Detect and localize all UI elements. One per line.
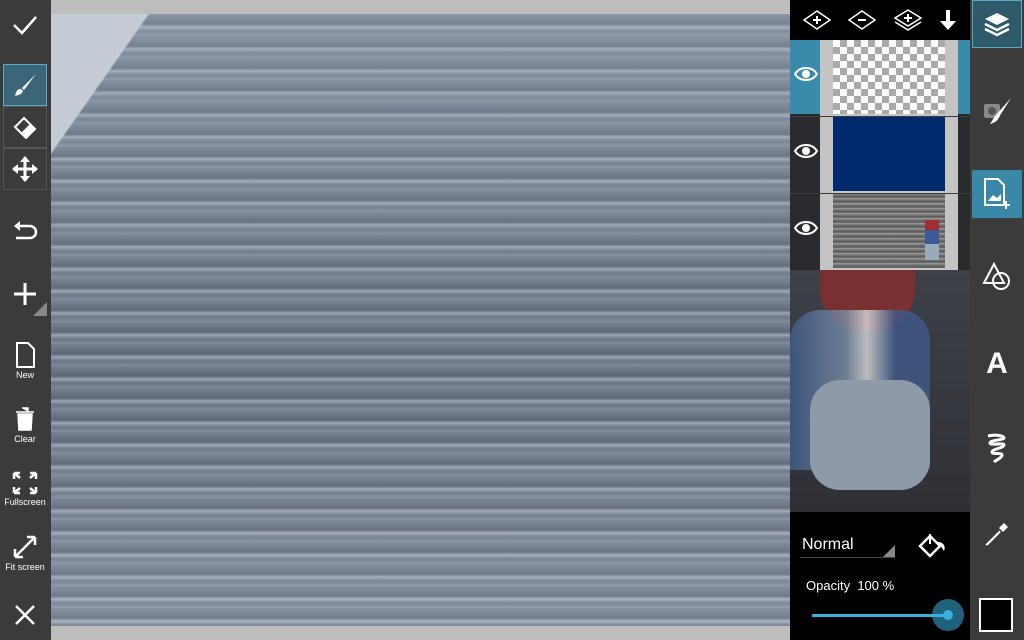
layer-thumbnail <box>820 40 958 116</box>
opacity-label: Opacity <box>806 578 851 593</box>
undo-button[interactable] <box>3 210 47 252</box>
layers-panel: Normal Opacity 100 % <box>790 0 970 640</box>
drawing-canvas[interactable] <box>51 14 790 626</box>
confirm-button[interactable] <box>3 4 47 46</box>
layer-thumbnail <box>820 194 958 270</box>
move-icon <box>12 156 38 182</box>
duplicate-layer-icon[interactable] <box>893 8 923 32</box>
layer-properties: Normal Opacity 100 % <box>790 512 970 640</box>
text-button[interactable]: A <box>972 340 1022 388</box>
fit-screen-label: Fit screen <box>5 562 45 572</box>
layers-icon <box>984 13 1010 37</box>
canvas-photo <box>51 14 161 164</box>
blend-mode-value: Normal <box>802 536 854 553</box>
effects-brush-icon <box>987 433 1006 464</box>
photo-brush-icon <box>984 98 1011 124</box>
dropdown-corner-icon <box>33 302 47 316</box>
layer-item[interactable] <box>790 40 970 116</box>
clear-label: Clear <box>14 434 36 444</box>
remove-layer-icon[interactable] <box>847 9 877 31</box>
blend-mode-select[interactable]: Normal <box>800 532 895 558</box>
eraser-icon <box>13 116 37 139</box>
opacity-slider[interactable] <box>812 599 964 631</box>
left-toolbar: New Clear Fullscreen Fit screen <box>0 0 51 640</box>
eyedropper-icon <box>985 523 1008 546</box>
add-photo-button[interactable] <box>972 170 1022 218</box>
add-layer-icon[interactable] <box>802 9 832 31</box>
fit-screen-icon <box>13 535 37 559</box>
layer-item[interactable] <box>790 117 970 193</box>
new-button[interactable]: New <box>3 336 47 386</box>
eye-icon[interactable] <box>794 143 818 159</box>
add-button[interactable] <box>3 272 47 316</box>
undo-icon <box>14 221 38 240</box>
current-color-swatch[interactable] <box>979 598 1013 632</box>
shapes-button[interactable] <box>972 252 1022 300</box>
add-photo-icon <box>984 178 1010 209</box>
new-label: New <box>15 370 34 380</box>
clear-button[interactable]: Clear <box>3 400 47 450</box>
fullscreen-button[interactable]: Fullscreen <box>3 464 47 514</box>
move-tool[interactable] <box>3 148 47 190</box>
fullscreen-label: Fullscreen <box>4 497 46 507</box>
merge-down-icon[interactable] <box>938 8 958 32</box>
eye-icon[interactable] <box>794 220 818 236</box>
effects-brush-button[interactable] <box>972 424 1022 472</box>
text-icon: A <box>986 347 1008 380</box>
opacity-slider-thumb[interactable] <box>932 599 964 631</box>
brush-tool[interactable] <box>3 64 47 106</box>
right-toolbar: A <box>970 0 1024 640</box>
layers-header <box>790 0 970 40</box>
close-button[interactable] <box>3 594 47 636</box>
new-file-icon <box>16 342 35 368</box>
canvas-photo-preview <box>790 270 970 512</box>
opacity-value: 100 % <box>857 578 895 593</box>
opacity-label-row: Opacity 100 % <box>806 578 894 593</box>
fill-bucket-icon[interactable] <box>916 530 948 562</box>
eye-icon[interactable] <box>794 66 818 82</box>
brush-icon <box>15 74 36 96</box>
fit-screen-button[interactable]: Fit screen <box>3 528 47 578</box>
shapes-icon <box>982 261 1010 290</box>
layer-thumbnail <box>820 117 958 193</box>
trash-icon <box>16 407 34 431</box>
photo-brush-button[interactable] <box>972 86 1022 134</box>
close-icon <box>15 605 35 625</box>
fullscreen-icon <box>12 471 38 495</box>
eraser-tool[interactable] <box>3 106 47 148</box>
checkmark-icon <box>13 16 37 35</box>
layer-item[interactable] <box>790 194 970 270</box>
dropdown-corner-icon <box>883 545 895 557</box>
layers-button[interactable] <box>972 0 1022 48</box>
color-picker-button[interactable] <box>972 510 1022 558</box>
